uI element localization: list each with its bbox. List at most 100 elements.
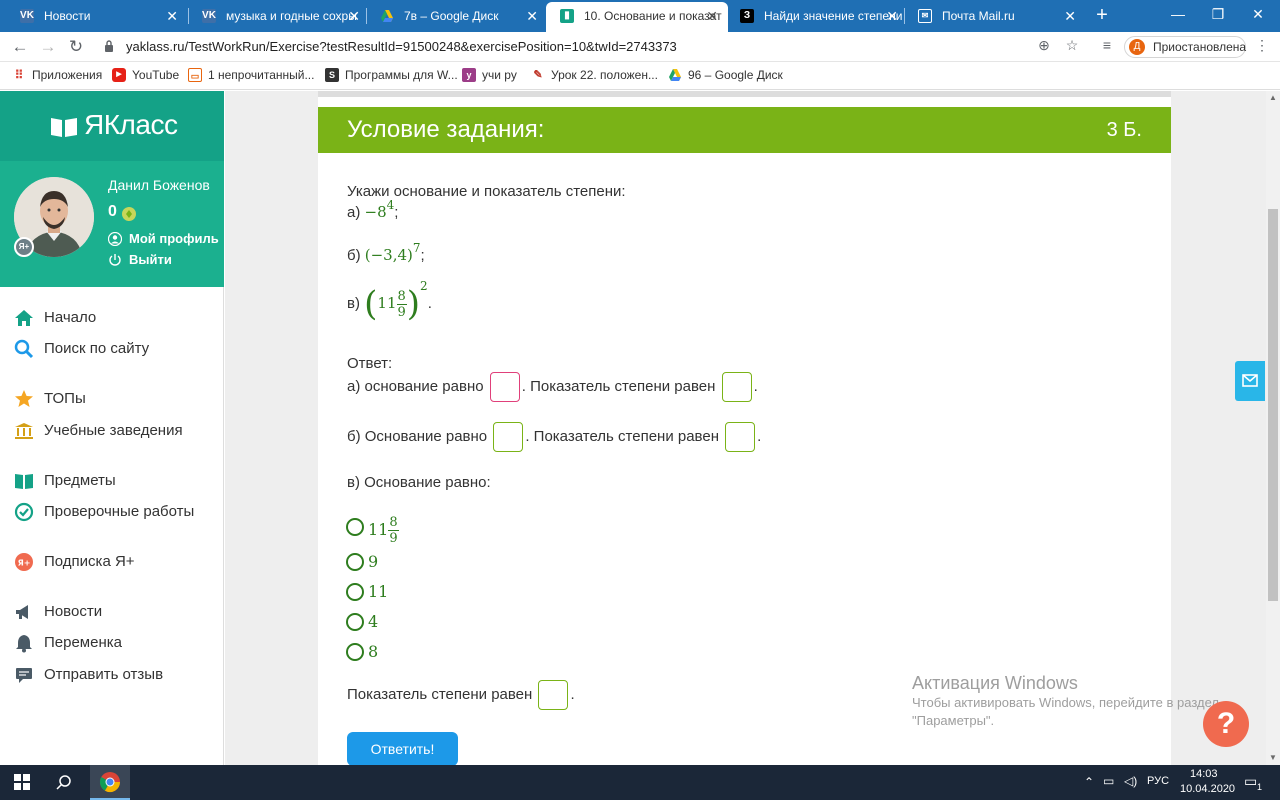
back-arrow-icon[interactable]: ← xyxy=(8,35,32,59)
scroll-thumb[interactable] xyxy=(1268,209,1278,601)
maximize-button[interactable]: ❐ xyxy=(1196,0,1240,30)
menu-dots-icon[interactable]: ⋮ xyxy=(1252,35,1272,55)
network-icon[interactable]: ▭ xyxy=(1103,774,1114,788)
logout-link[interactable]: Выйти xyxy=(108,252,172,267)
close-icon[interactable]: ✕ xyxy=(348,2,360,30)
tab-label: 7в – Google Диск xyxy=(404,9,499,23)
sidebar-item-subjects[interactable]: Предметы xyxy=(0,468,224,494)
bookmark-apps[interactable]: ⠿ Приложения xyxy=(12,62,103,88)
clock-time[interactable]: 14:03 xyxy=(1190,768,1218,780)
media-queue-icon[interactable]: ≡ xyxy=(1097,35,1117,55)
answer-b-base-input[interactable] xyxy=(493,422,524,452)
scroll-up-icon[interactable]: ▲ xyxy=(1266,91,1280,105)
radio-button[interactable] xyxy=(346,643,364,661)
taskbar-search-icon[interactable] xyxy=(50,765,78,800)
uchi-icon: у xyxy=(462,68,476,82)
bookmark-lesson[interactable]: ✎ Урок 22. положен... xyxy=(531,62,658,88)
scroll-down-icon[interactable]: ▼ xyxy=(1266,751,1280,765)
minimize-button[interactable]: — xyxy=(1156,0,1200,30)
fraction-denominator: 9 xyxy=(397,304,406,320)
feedback-tab[interactable] xyxy=(1235,361,1265,401)
submit-button[interactable]: Ответить! xyxy=(347,732,458,765)
notifications-icon[interactable]: ▭ xyxy=(1244,773,1257,790)
banner-title: Условие задания: xyxy=(347,116,545,143)
radio-button[interactable] xyxy=(346,583,364,601)
answer-b-exp-input[interactable] xyxy=(725,422,756,452)
nav-label: Предметы xyxy=(44,472,116,489)
sidebar-item-break[interactable]: Переменка xyxy=(0,630,224,656)
new-tab-button[interactable]: + xyxy=(1090,2,1114,30)
volume-icon[interactable]: ◁) xyxy=(1124,774,1137,788)
profile-link-label: Мой профиль xyxy=(129,231,219,246)
option-11-8-9[interactable]: 11 8 9 xyxy=(346,511,426,547)
left-paren: ( xyxy=(364,284,378,324)
subscription-icon: Я+ xyxy=(15,553,33,571)
sidebar-item-home[interactable]: Начало xyxy=(0,305,224,331)
radio-button[interactable] xyxy=(346,518,364,536)
close-icon[interactable]: ✕ xyxy=(526,2,538,30)
tab-news[interactable]: VK Новости ✕ xyxy=(6,2,188,32)
sidebar-item-subscription[interactable]: Я+ Подписка Я+ xyxy=(0,549,224,575)
brand-header[interactable]: ЯКласс xyxy=(0,91,224,161)
close-icon[interactable]: ✕ xyxy=(886,2,898,30)
bell-icon xyxy=(16,635,32,653)
tab-google-drive[interactable]: 7в – Google Диск ✕ xyxy=(366,2,548,32)
sidebar-item-schools[interactable]: Учебные заведения xyxy=(0,418,224,444)
answer-a-exp-input[interactable] xyxy=(721,372,752,402)
bookmark-label: YouTube xyxy=(132,68,180,82)
option-8[interactable]: 8 xyxy=(346,639,406,663)
forward-arrow-icon[interactable]: → xyxy=(36,35,60,59)
bookmark-mail[interactable]: ▭ 1 непрочитанный... xyxy=(188,62,314,88)
bookmark-youtube[interactable]: ▶ YouTube xyxy=(112,62,179,88)
close-icon[interactable]: ✕ xyxy=(706,2,718,30)
chrome-taskbar-icon[interactable] xyxy=(90,765,130,800)
notification-count: 1 xyxy=(1257,782,1263,792)
task-banner: Условие задания: 3 Б. xyxy=(318,107,1171,153)
bookmark-uchi[interactable]: у учи ру xyxy=(462,62,517,88)
banner-points: 3 Б. xyxy=(1106,119,1142,141)
item-a: а) −84; xyxy=(347,198,398,221)
bookmark-label: Программы для W... xyxy=(345,68,458,82)
language-indicator[interactable]: РУС xyxy=(1147,775,1169,787)
add-icon[interactable]: ⊕ xyxy=(1034,35,1054,55)
radio-button[interactable] xyxy=(346,613,364,631)
math-fraction: 89 xyxy=(396,289,407,320)
reload-icon[interactable]: ↻ xyxy=(64,35,88,59)
item-b: б) (−3,4)7; xyxy=(347,241,425,264)
window-close-button[interactable]: ✕ xyxy=(1236,0,1280,30)
tray-chevron-icon[interactable]: ⌃ xyxy=(1084,775,1094,789)
close-icon[interactable]: ✕ xyxy=(166,2,178,30)
help-button[interactable]: ? xyxy=(1203,701,1249,747)
option-4[interactable]: 4 xyxy=(346,609,406,633)
bookmark-star-icon[interactable]: ☆ xyxy=(1062,35,1082,55)
sidebar-item-tops[interactable]: ТОПы xyxy=(0,386,224,412)
sidebar-item-news[interactable]: Новости xyxy=(0,599,224,625)
check-circle-icon xyxy=(14,502,34,522)
clock-date[interactable]: 10.04.2020 xyxy=(1180,783,1235,795)
tab-yaklass-active[interactable]: ▮ 10. Основание и показат ✕ xyxy=(546,2,728,32)
tab-znanija[interactable]: З Найди значение степени ✕ xyxy=(726,2,908,32)
windows-start-icon[interactable] xyxy=(8,765,36,800)
scrollbar[interactable]: ▲ ▼ xyxy=(1266,91,1280,765)
url-field[interactable]: yaklass.ru/TestWorkRun/Exercise?testResu… xyxy=(98,35,1088,59)
user-name: Данил Боженов xyxy=(108,177,210,193)
math-exponent: 2 xyxy=(420,278,428,293)
my-profile-link[interactable]: Мой профиль xyxy=(108,231,219,246)
option-11[interactable]: 11 xyxy=(346,579,406,603)
home-icon xyxy=(15,310,33,326)
radio-button[interactable] xyxy=(346,553,364,571)
tab-music[interactable]: VK музыка и годные сохры ✕ xyxy=(188,2,370,32)
answer-a-base-input[interactable] xyxy=(489,372,520,402)
nav-label: ТОПы xyxy=(44,390,86,407)
option-9[interactable]: 9 xyxy=(346,549,406,573)
bookmark-drive[interactable]: 96 – Google Диск xyxy=(668,62,783,88)
sidebar-item-feedback[interactable]: Отправить отзыв xyxy=(0,662,224,688)
bookmark-programs[interactable]: S Программы для W... xyxy=(325,62,458,88)
sidebar-item-tests[interactable]: Проверочные работы xyxy=(0,499,224,525)
sidebar-item-search[interactable]: Поиск по сайту xyxy=(0,336,224,362)
tab-mail[interactable]: ✉ Почта Mail.ru ✕ xyxy=(904,2,1086,32)
answer-c-exp-input[interactable] xyxy=(538,680,569,710)
profile-button[interactable]: Д Приостановлена xyxy=(1124,36,1246,58)
nav-label: Поиск по сайту xyxy=(44,340,150,357)
close-icon[interactable]: ✕ xyxy=(1064,2,1076,30)
